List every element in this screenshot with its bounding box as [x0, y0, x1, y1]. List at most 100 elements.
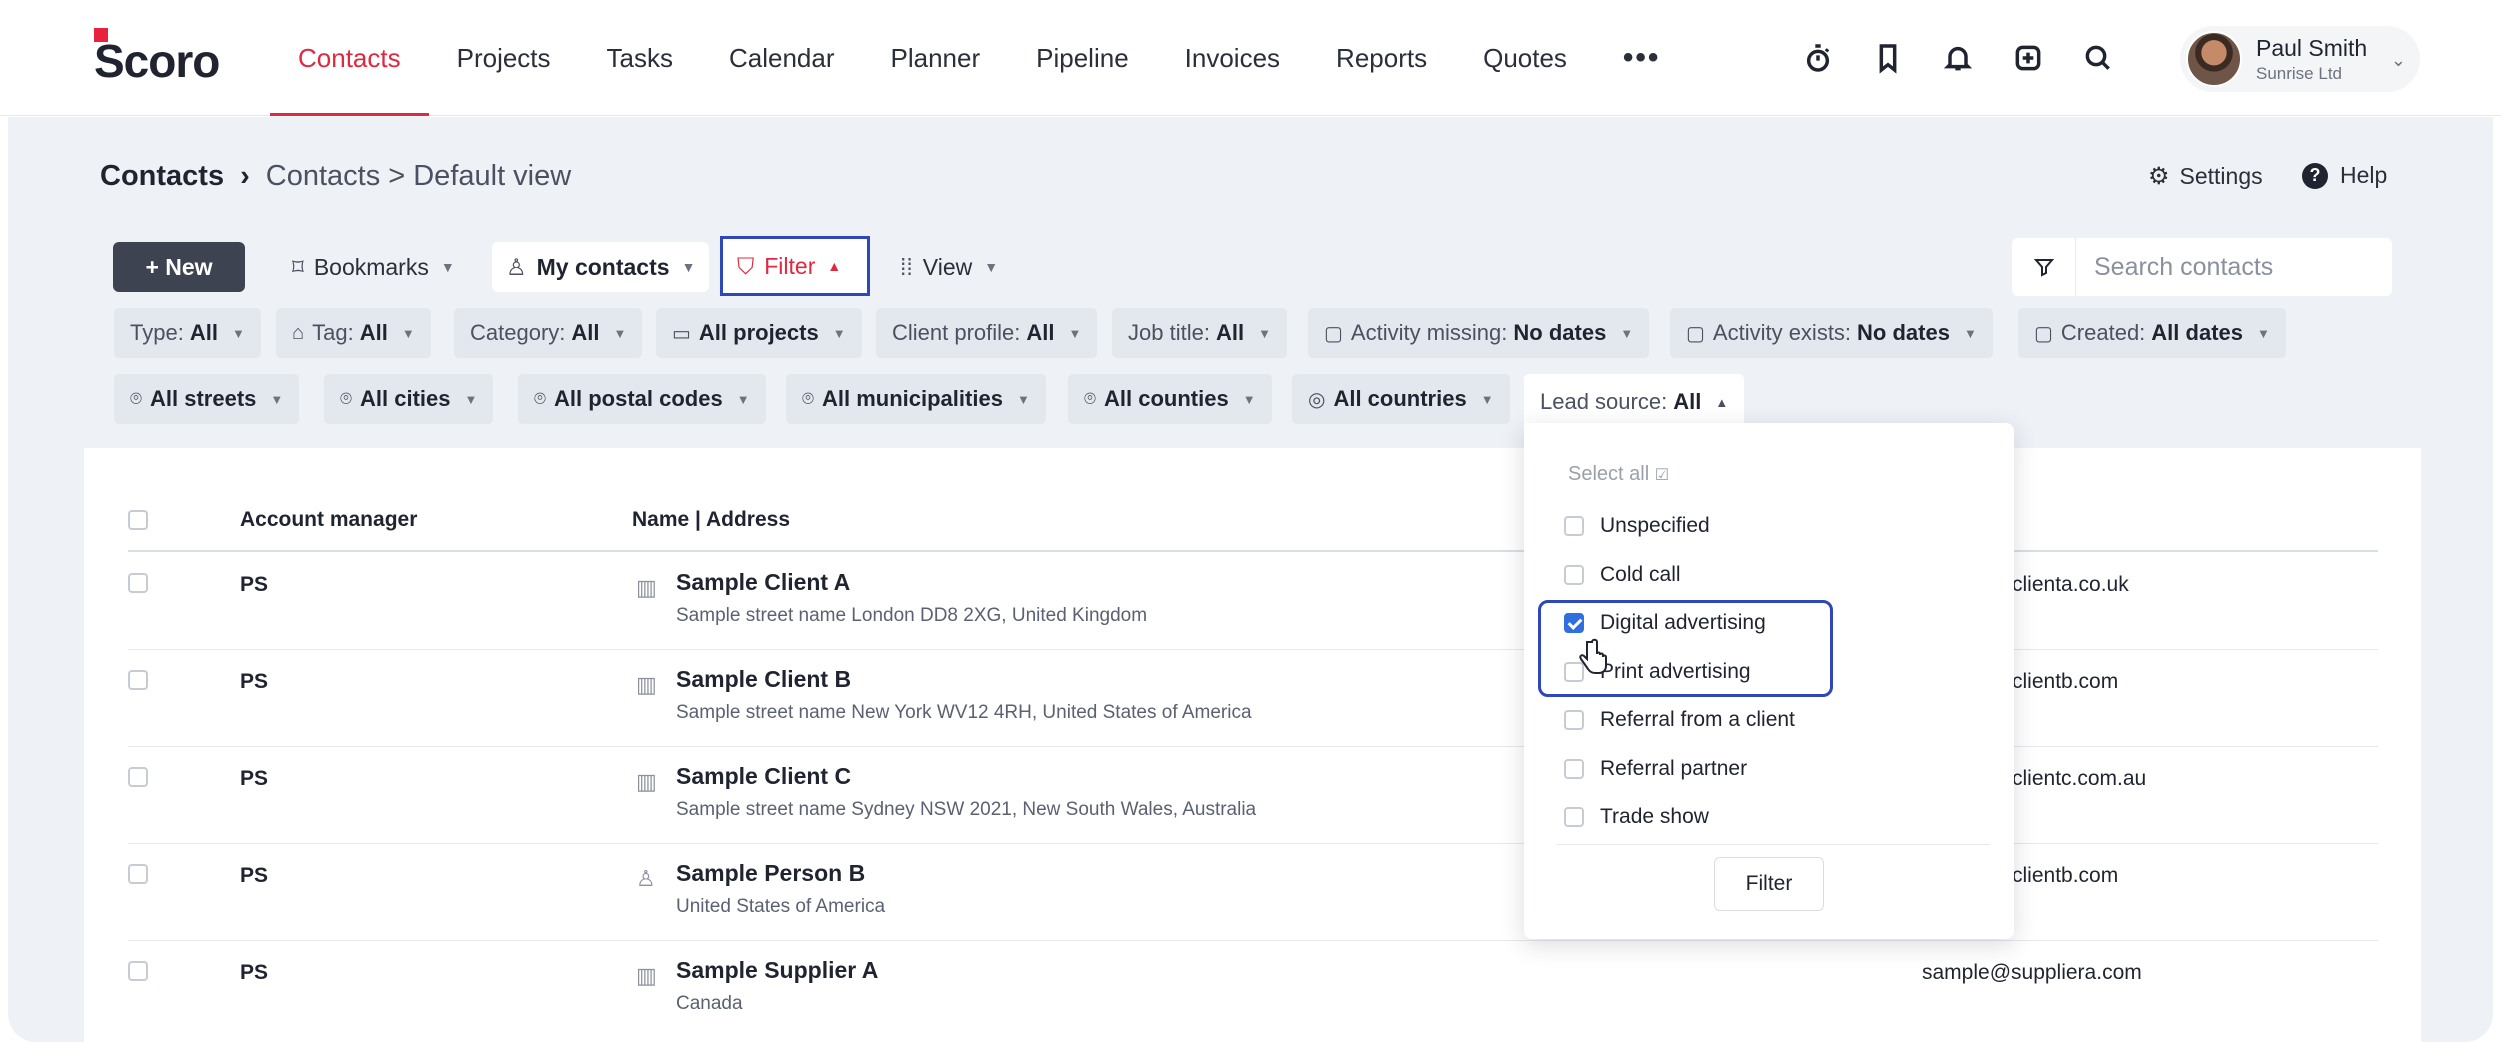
filter-chip-lead-source[interactable]: Lead source: All ▲: [1524, 374, 1745, 430]
my-contacts-dropdown[interactable]: ♙ My contacts ▼: [492, 242, 710, 292]
option-unspecified[interactable]: Unspecified: [1564, 511, 1710, 541]
nav-more-button[interactable]: •••: [1595, 0, 1689, 116]
nav-reports[interactable]: Reports: [1308, 0, 1455, 116]
help-label: Help: [2340, 162, 2388, 188]
option-cold-call[interactable]: Cold call: [1564, 560, 1681, 590]
row-checkbox[interactable]: [128, 573, 148, 593]
contact-email[interactable]: clienta.co.uk: [2012, 573, 2129, 597]
option-checkbox[interactable]: [1564, 759, 1584, 779]
contact-name[interactable]: Sample Person B: [676, 860, 865, 887]
filter-chip-countries[interactable]: ◎ All countries ▼: [1292, 374, 1510, 424]
nav-contacts[interactable]: Contacts: [270, 0, 429, 116]
chip-value: All countries: [1333, 386, 1467, 411]
contact-address: Sample street name London DD8 2XG, Unite…: [676, 605, 1148, 626]
row-checkbox[interactable]: [128, 961, 148, 981]
person-icon: ♙: [506, 253, 527, 280]
main-nav: Contacts Projects Tasks Calendar Planner…: [270, 0, 1688, 116]
page-title[interactable]: Contacts: [100, 160, 224, 193]
nav-planner[interactable]: Planner: [863, 0, 1009, 116]
caret-down-icon: ▼: [681, 259, 696, 275]
contact-email[interactable]: clientb.com: [2012, 864, 2118, 888]
table-row[interactable]: PS ▥ Sample Client B Sample street name …: [128, 650, 2378, 747]
filter-chip-streets[interactable]: ⌾ All streets ▼: [114, 374, 300, 424]
bookmarks-dropdown[interactable]: ⌑ Bookmarks ▼: [278, 242, 469, 292]
user-menu[interactable]: Paul Smith Sunrise Ltd ⌄: [2180, 26, 2420, 92]
table-row[interactable]: PS ▥ Sample Supplier A Canada sample@sup…: [128, 941, 2378, 1042]
select-all-rows-checkbox[interactable]: [128, 510, 148, 530]
row-checkbox[interactable]: [128, 864, 148, 884]
nav-pipeline[interactable]: Pipeline: [1008, 0, 1157, 116]
bell-icon[interactable]: [1940, 40, 1976, 76]
option-checkbox[interactable]: [1564, 516, 1584, 536]
filter-chip-counties[interactable]: ⌾ All counties ▼: [1068, 374, 1272, 424]
contact-email[interactable]: clientb.com: [2012, 670, 2118, 694]
caret-down-icon: ▼: [1258, 325, 1271, 341]
person-icon: ♙: [636, 866, 656, 891]
filter-chip-cities[interactable]: ⌾ All cities ▼: [324, 374, 494, 424]
chip-label: Job title:: [1128, 320, 1210, 345]
logo-text: Scoro: [94, 35, 220, 87]
filter-chip-municipalities[interactable]: ⌾ All municipalities ▼: [786, 374, 1046, 424]
bookmark-icon[interactable]: [1870, 40, 1906, 76]
option-checkbox[interactable]: [1564, 710, 1584, 730]
avatar: [2186, 31, 2242, 87]
filter-button[interactable]: ⛉ Filter ▲: [720, 236, 870, 296]
filter-chip-postal-codes[interactable]: ⌾ All postal codes ▼: [518, 374, 766, 424]
option-referral-from-client[interactable]: Referral from a client: [1564, 705, 1795, 735]
row-checkbox[interactable]: [128, 767, 148, 787]
chip-value: No dates: [1857, 320, 1950, 345]
breadcrumb-path[interactable]: Contacts > Default view: [266, 160, 571, 193]
table-row[interactable]: PS ♙ Sample Person B United States of Am…: [128, 844, 2378, 941]
contact-address: Sample street name New York WV12 4RH, Un…: [676, 702, 1252, 723]
option-referral-partner[interactable]: Referral partner: [1564, 754, 1747, 784]
filter-chip-created[interactable]: ▢ Created: All dates ▼: [2018, 308, 2286, 358]
table-row[interactable]: PS ▥ Sample Client A Sample street name …: [128, 553, 2378, 650]
filter-chip-projects[interactable]: ▭ All projects ▼: [656, 308, 862, 358]
contact-name[interactable]: Sample Client B: [676, 666, 851, 693]
option-checkbox[interactable]: [1564, 807, 1584, 827]
filter-chip-category[interactable]: Category: All ▼: [454, 308, 643, 358]
chip-value: All: [189, 320, 218, 345]
contact-email[interactable]: clientc.com.au: [2012, 767, 2146, 791]
select-all-option[interactable]: Select all ☑: [1568, 463, 1669, 486]
nav-projects[interactable]: Projects: [429, 0, 579, 116]
scoro-logo[interactable]: Scoro: [94, 28, 220, 87]
timer-icon[interactable]: [1800, 40, 1836, 76]
view-label: View: [922, 253, 973, 280]
new-button[interactable]: + New: [113, 242, 245, 292]
contact-name[interactable]: Sample Client A: [676, 569, 850, 596]
option-trade-show[interactable]: Trade show: [1564, 802, 1709, 832]
apply-filter-button[interactable]: Filter: [1714, 857, 1824, 911]
filter-chip-activity-missing[interactable]: ▢ Activity missing: No dates ▼: [1308, 308, 1650, 358]
contact-name[interactable]: Sample Client C: [676, 763, 851, 790]
help-link[interactable]: ? Help: [2302, 162, 2387, 189]
row-checkbox[interactable]: [128, 670, 148, 690]
option-checkbox[interactable]: [1564, 565, 1584, 585]
search-icon[interactable]: [2080, 40, 2116, 76]
filter-chip-tag[interactable]: ⌂ Tag: All ▼: [276, 308, 431, 358]
caret-down-icon: ▼: [1068, 325, 1082, 341]
filter-chip-client-profile[interactable]: Client profile: All ▼: [876, 308, 1098, 358]
filter-funnel-icon[interactable]: [2012, 238, 2076, 296]
caret-down-icon: ▼: [1242, 391, 1256, 407]
filter-chip-job-title[interactable]: Job title: All ▼: [1112, 308, 1287, 358]
nav-tasks[interactable]: Tasks: [579, 0, 701, 116]
column-account-manager[interactable]: Account manager: [240, 508, 417, 532]
search-input[interactable]: [2076, 252, 2376, 282]
settings-link[interactable]: ⚙ Settings: [2148, 162, 2263, 191]
view-dropdown[interactable]: ⁞⁞ View ▼: [886, 242, 1012, 292]
add-icon[interactable]: [2010, 40, 2046, 76]
breadcrumb: Contacts › Contacts > Default view: [100, 160, 571, 193]
nav-invoices[interactable]: Invoices: [1157, 0, 1308, 116]
contact-email[interactable]: sample@suppliera.com: [1922, 961, 2142, 985]
filter-chip-type[interactable]: Type: All ▼: [114, 308, 261, 358]
gear-icon: ⚙: [2148, 163, 2170, 190]
table-row[interactable]: PS ▥ Sample Client C Sample street name …: [128, 747, 2378, 844]
column-name-address[interactable]: Name | Address: [632, 508, 790, 532]
user-org: Sunrise Ltd: [2256, 63, 2342, 83]
nav-calendar[interactable]: Calendar: [701, 0, 863, 116]
caret-down-icon: ▼: [1963, 325, 1977, 341]
contact-name[interactable]: Sample Supplier A: [676, 957, 878, 984]
filter-chip-activity-exists[interactable]: ▢ Activity exists: No dates ▼: [1670, 308, 1993, 358]
nav-quotes[interactable]: Quotes: [1455, 0, 1595, 116]
